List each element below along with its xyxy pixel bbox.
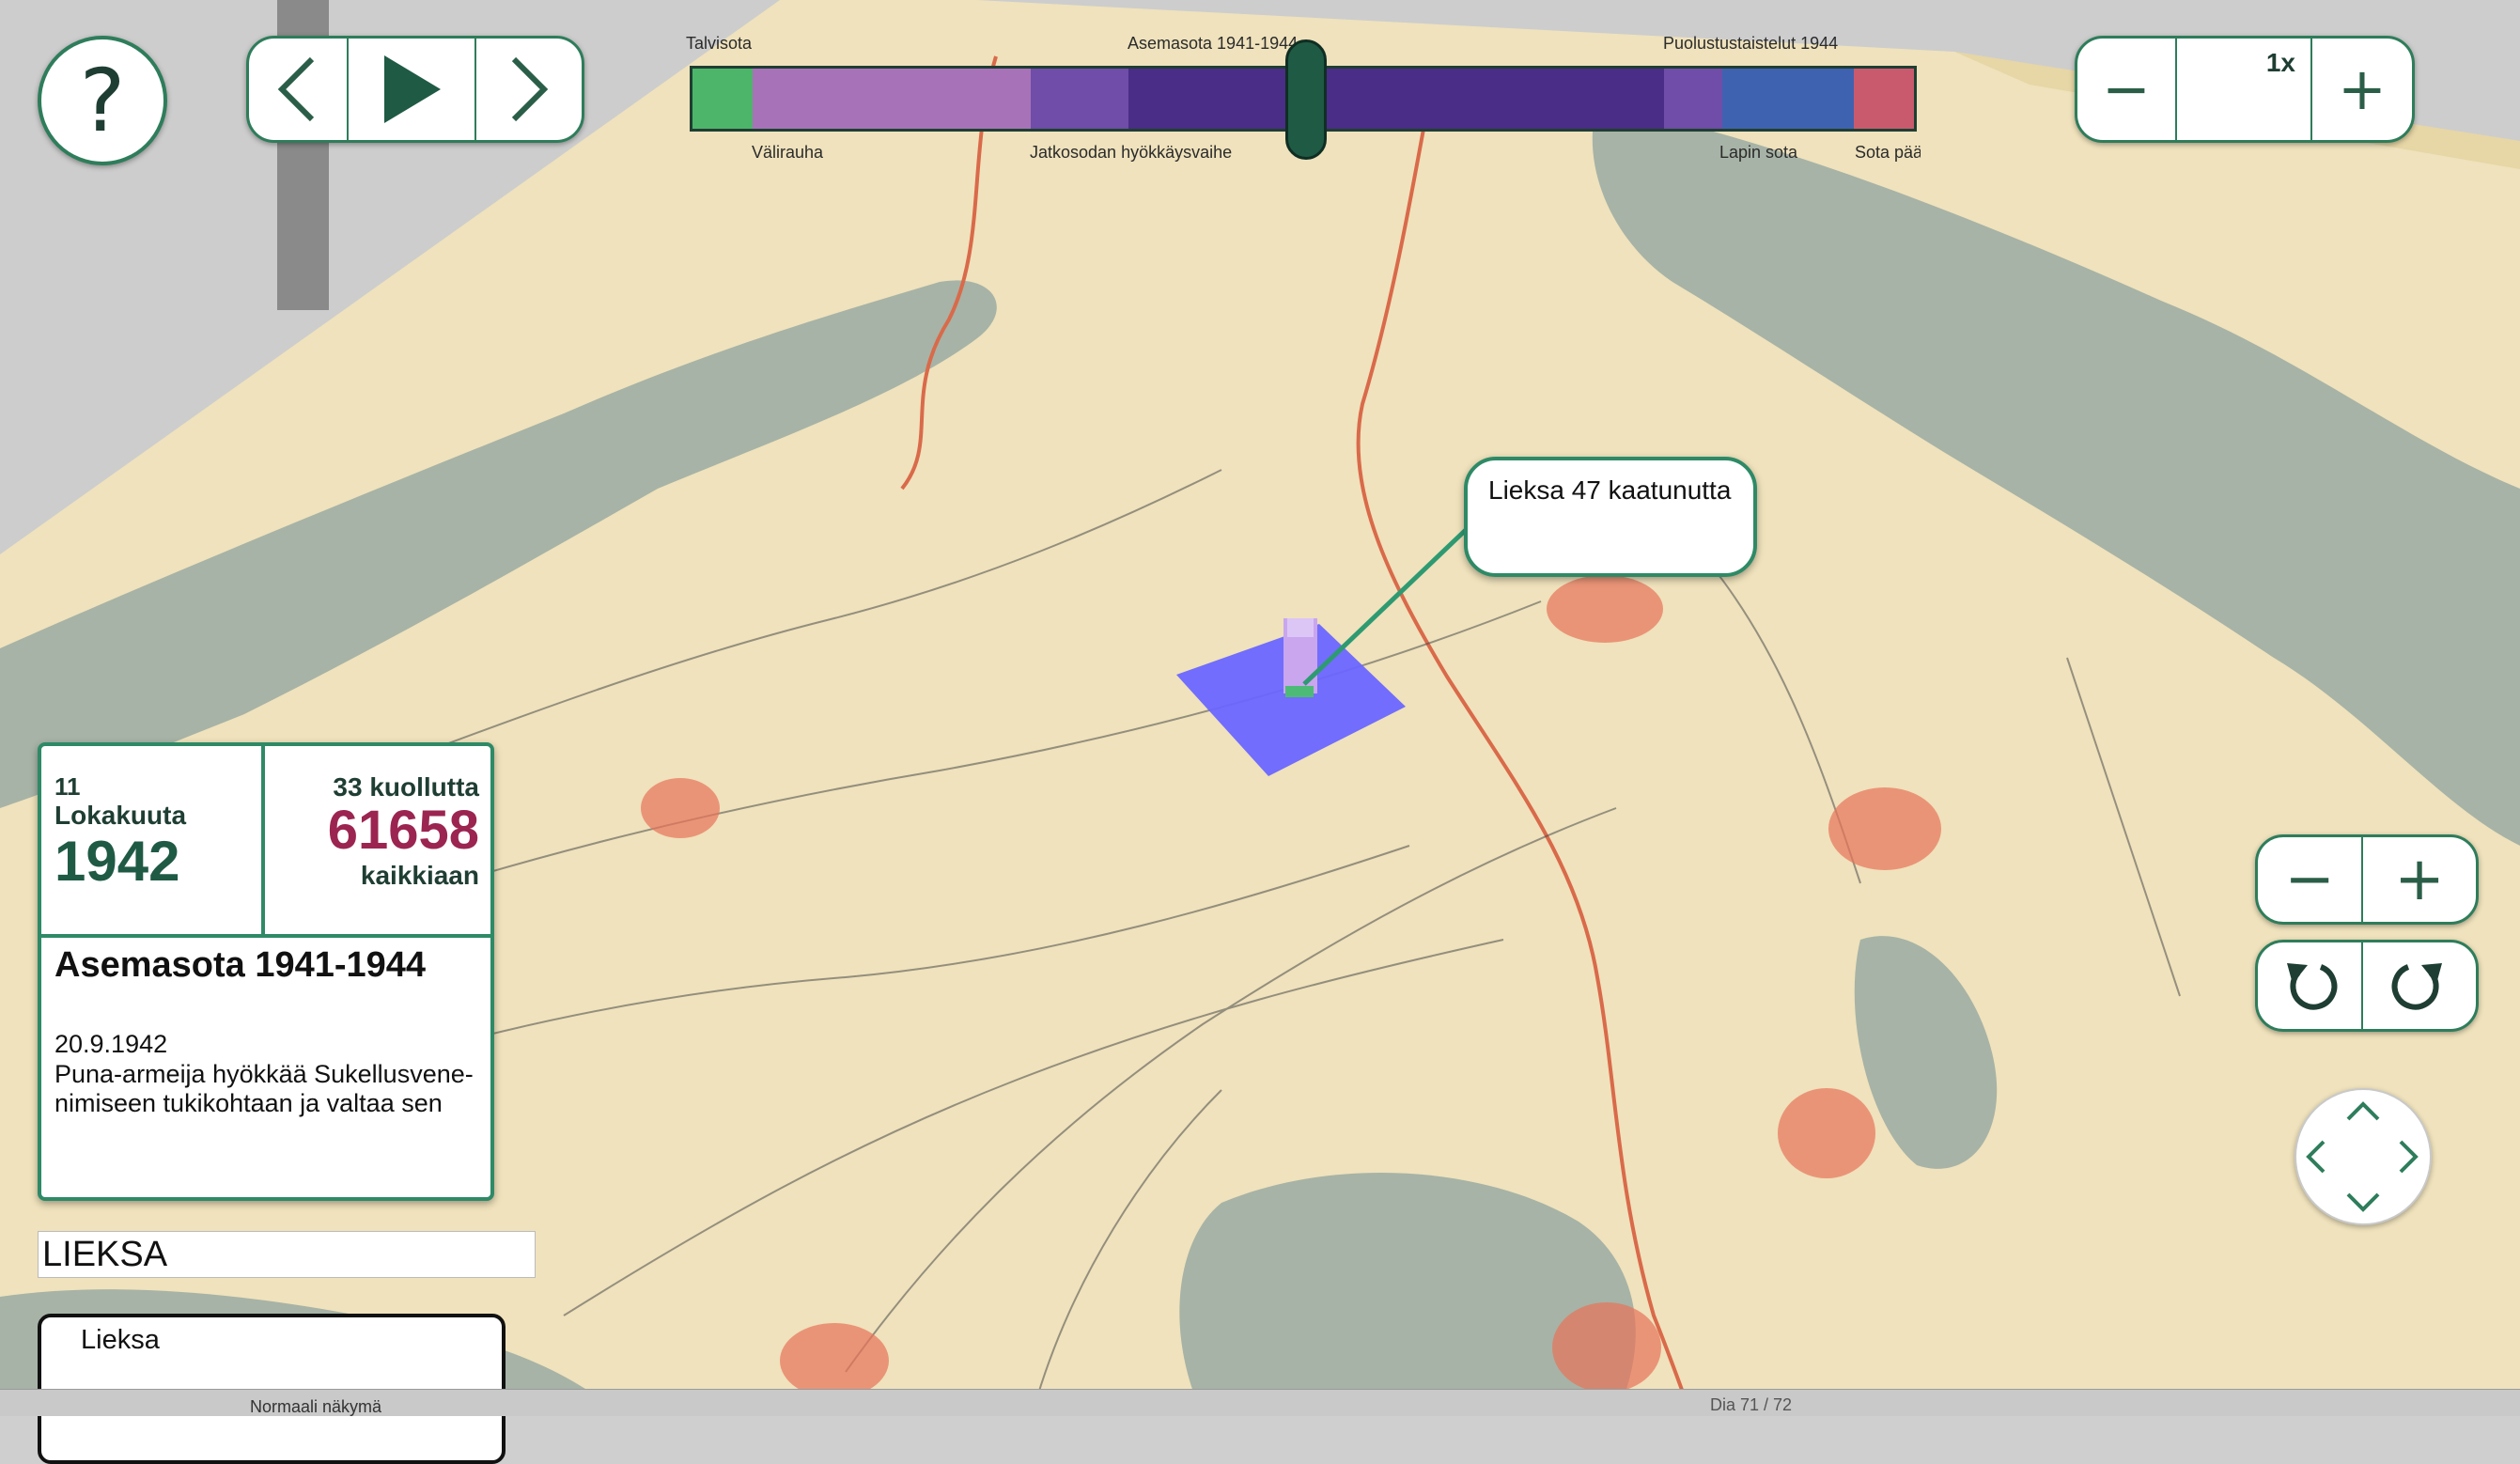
location-callout: Lieksa 47 kaatunutta <box>1464 457 1757 577</box>
pan-down-icon[interactable] <box>2345 1191 2381 1214</box>
pan-up-icon[interactable] <box>2345 1099 2381 1122</box>
minus-icon: − <box>2102 55 2151 123</box>
timeline-segment-sota-paattyi[interactable] <box>1854 69 1914 129</box>
help-button[interactable]: ? <box>38 36 167 165</box>
casualty-marker <box>641 778 720 838</box>
speed-decrease-button[interactable]: − <box>2077 39 2175 140</box>
selected-location-base <box>1285 686 1314 697</box>
timeline-segment-puolustustaistelut[interactable] <box>1664 69 1722 129</box>
taskbar: Normaali näkymä Dia 71 / 72 <box>0 1389 2520 1416</box>
chevron-right-icon <box>511 56 549 122</box>
timeline-label-talvisota: Talvisota <box>686 34 753 53</box>
timeline-segment-asemasota[interactable] <box>1128 69 1664 129</box>
pan-right-icon[interactable] <box>2398 1139 2420 1175</box>
speed-increase-button[interactable]: + <box>2310 39 2412 140</box>
casualty-marker <box>1547 575 1663 643</box>
speed-value-label: 1x <box>2265 48 2295 77</box>
rotate-right-button[interactable] <box>2361 942 2476 1029</box>
timeline-label-valirauha: Välirauha <box>752 143 824 162</box>
casualty-marker <box>780 1323 889 1398</box>
zoom-in-button[interactable]: + <box>2361 837 2476 922</box>
chevron-left-icon <box>277 56 315 122</box>
plus-icon: + <box>2338 55 2387 123</box>
rotate-control <box>2255 940 2479 1032</box>
event-date: 20.9.1942 <box>54 1030 168 1058</box>
deaths-total-label: kaikkiaan <box>360 861 479 890</box>
speed-control: − 1x + <box>2075 36 2415 143</box>
timeline-label-hyokkaysvaihe: Jatkosodan hyökkäysvaihe <box>1030 143 1233 162</box>
deaths-total: 61658 <box>327 800 479 861</box>
casualty-marker <box>1552 1302 1661 1393</box>
map-scene[interactable] <box>0 0 2520 1415</box>
info-panel-divider <box>261 746 265 934</box>
timeline-label-puolustustaistelut: Puolustustaistelut 1944 <box>1663 34 1839 53</box>
pan-control <box>2294 1088 2432 1225</box>
timeline-segment-talvisota[interactable] <box>692 69 753 129</box>
timeline-label-asemasota: Asemasota 1941-1944 <box>1128 34 1299 53</box>
minus-icon: − <box>2284 845 2335 914</box>
playback-controls <box>246 36 584 143</box>
casualty-marker <box>1778 1088 1875 1178</box>
callout-text: Lieksa 47 kaatunutta <box>1488 475 1732 505</box>
speed-value: 1x <box>2175 39 2310 140</box>
info-panel: 11 Lokakuuta 1942 33 kuollutta 61658 kai… <box>38 742 494 1201</box>
timeline-segment-hyokkaysvaihe[interactable] <box>1031 69 1128 129</box>
slide-counter: Dia 71 / 72 <box>1710 1395 1793 1414</box>
selected-location-bar-top <box>1287 618 1314 637</box>
rotate-right-icon <box>2391 963 2442 1010</box>
timeline-segment-valirauha[interactable] <box>753 69 1031 129</box>
zoom-out-button[interactable]: − <box>2258 837 2361 922</box>
play-icon <box>384 55 441 123</box>
event-description: Puna-armeija hyökkää Sukellusvene-nimise… <box>54 1060 474 1118</box>
previous-button[interactable] <box>249 39 347 140</box>
rotate-left-button[interactable] <box>2258 942 2361 1029</box>
pan-left-icon[interactable] <box>2304 1139 2326 1175</box>
rotate-left-icon <box>2287 963 2338 1010</box>
search-result-item[interactable]: Lieksa <box>81 1325 160 1356</box>
next-button[interactable] <box>474 39 580 140</box>
timeline-label-lapin-sota: Lapin sota <box>1719 143 1798 162</box>
plus-icon: + <box>2394 845 2445 914</box>
timeline-handle[interactable] <box>1285 39 1327 160</box>
play-button[interactable] <box>347 39 474 140</box>
period-title: Asemasota 1941-1944 <box>54 945 427 985</box>
help-label: ? <box>79 50 126 151</box>
view-mode-label[interactable]: Normaali näkymä <box>250 1397 381 1417</box>
timeline[interactable]: Talvisota Asemasota 1941-1944 Puolustust… <box>686 28 1921 169</box>
date-day: 11 <box>54 772 81 801</box>
date-month: Lokakuuta <box>54 801 187 830</box>
date-year: 1942 <box>54 830 180 893</box>
timeline-label-sota-paattyi: Sota päättyi <box>1855 143 1921 162</box>
casualty-marker <box>1828 787 1941 870</box>
timeline-segment-lapin-sota[interactable] <box>1722 69 1854 129</box>
location-search-input[interactable] <box>38 1231 536 1278</box>
zoom-control: − + <box>2255 834 2479 925</box>
